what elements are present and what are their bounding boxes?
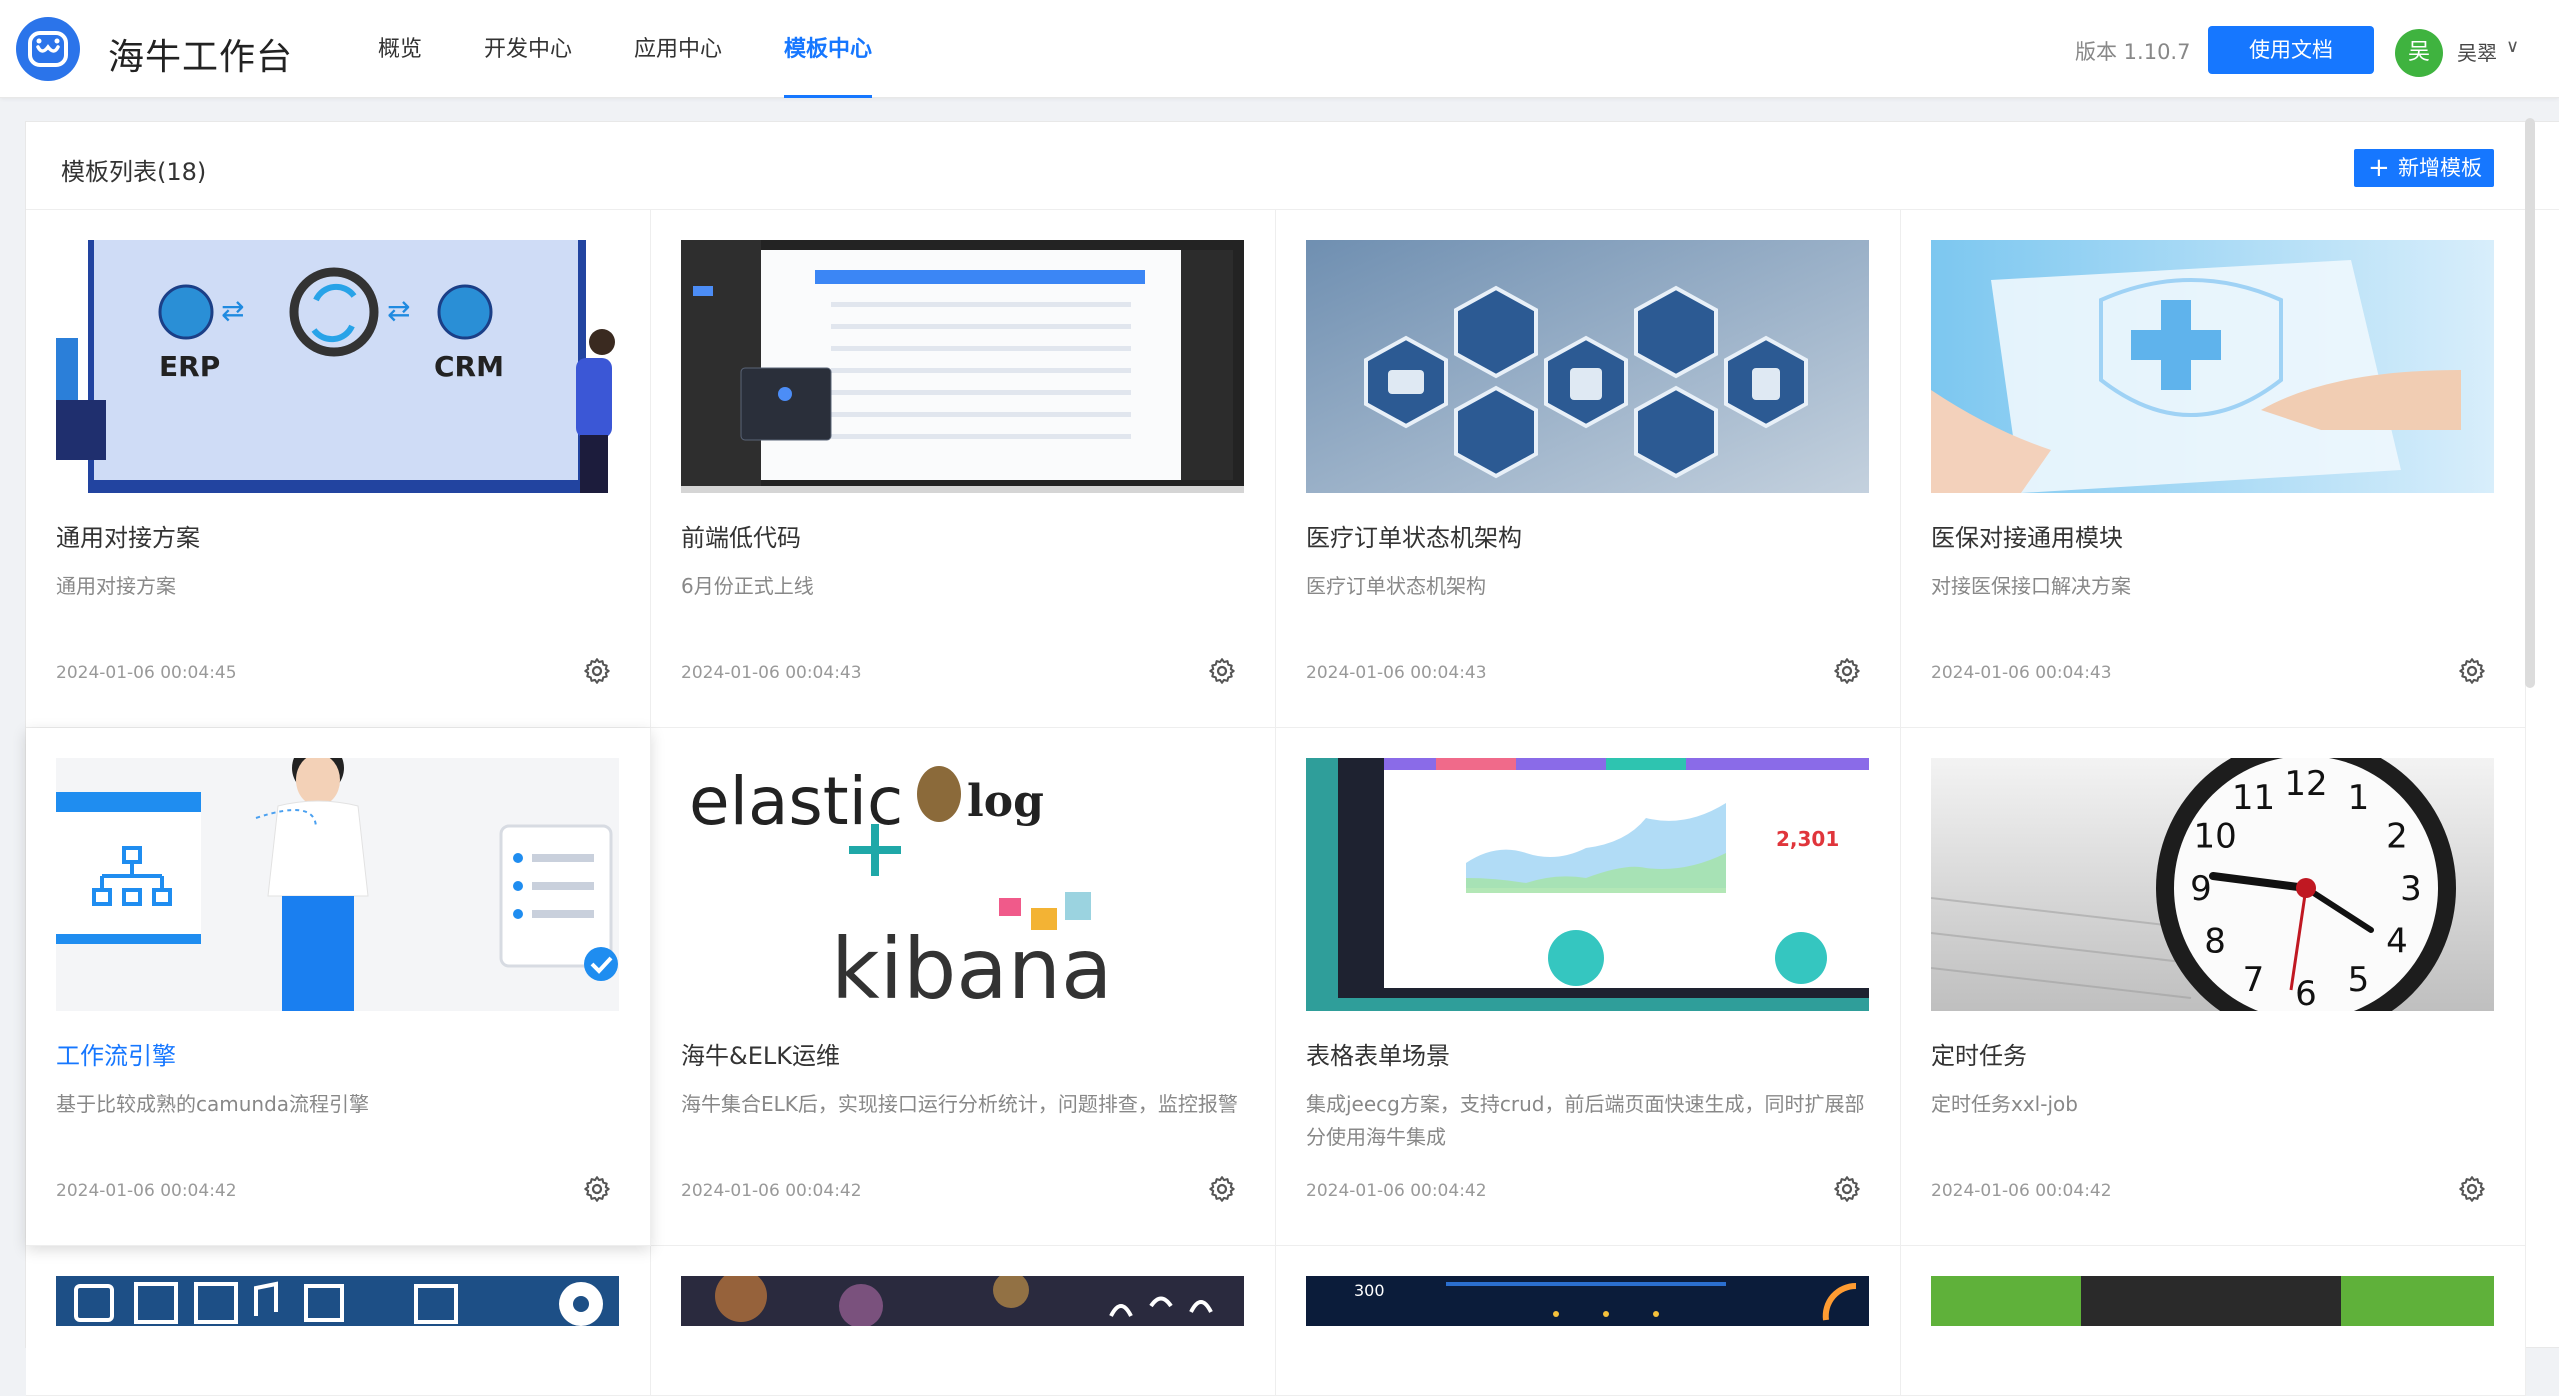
- card-title[interactable]: 表格表单场景: [1306, 1036, 1450, 1071]
- card-time: 2024-01-06 00:04:45: [56, 663, 237, 683]
- template-card[interactable]: 12 1 2 3 4 5 6 7 8 9 10 11 定时任务 定时任务xxl-job 2024-01…: [1901, 728, 2526, 1246]
- template-card[interactable]: 医保对接通用模块 对接医保接口解决方案 2024-01-06 00:04:43: [1901, 210, 2526, 728]
- app-logo-icon[interactable]: [16, 17, 80, 81]
- card-time: 2024-01-06 00:04:42: [1306, 1181, 1487, 1201]
- nav-overview[interactable]: 概览: [378, 0, 422, 98]
- app-title: 海牛工作台: [108, 37, 294, 78]
- template-card[interactable]: elastic log kibana 海牛&ELK运维 海牛集合ELK后，实现接…: [651, 728, 1276, 1246]
- template-card[interactable]: 工作流引擎 基于比较成熟的camunda流程引擎 2024-01-06 00:0…: [26, 728, 651, 1246]
- gear-icon[interactable]: [1207, 656, 1237, 686]
- card-desc: 基于比较成熟的camunda流程引擎: [56, 1092, 370, 1116]
- card-thumbnail: [1306, 240, 1869, 493]
- card-title[interactable]: 医保对接通用模块: [1931, 518, 2123, 553]
- card-thumbnail: [681, 1276, 1244, 1326]
- template-card[interactable]: 医疗订单状态机架构 医疗订单状态机架构 2024-01-06 00:04:43: [1276, 210, 1901, 728]
- nav-template-center[interactable]: 模板中心: [784, 0, 873, 98]
- gear-icon[interactable]: [582, 656, 612, 686]
- dashboard-value: 2,301: [1776, 827, 1839, 851]
- scrollbar-thumb[interactable]: [2525, 118, 2535, 688]
- card-thumbnail: [56, 758, 619, 1011]
- add-template-label: 新增模板: [2398, 156, 2482, 180]
- clock-number: 9: [2190, 869, 2212, 909]
- clock-number: 12: [2284, 764, 2327, 804]
- card-title[interactable]: 工作流引擎: [56, 1036, 176, 1071]
- crm-label: CRM: [434, 350, 504, 383]
- docs-button[interactable]: 使用文档: [2208, 26, 2374, 74]
- plus-icon: +: [2368, 153, 2390, 183]
- template-list-panel: 模板列表(18) + 新增模板 ⇄ ⇄ ERP CRM 通用对接方案 通用对接方…: [25, 121, 2559, 1396]
- card-title[interactable]: 海牛&ELK运维: [681, 1036, 840, 1071]
- clock-number: 7: [2243, 960, 2265, 1000]
- card-title[interactable]: 通用对接方案: [56, 518, 200, 553]
- card-thumbnail: [681, 240, 1244, 493]
- card-desc: 医疗订单状态机架构: [1306, 574, 1486, 598]
- avatar[interactable]: 吴: [2395, 29, 2443, 77]
- svg-text:⇄: ⇄: [221, 294, 244, 327]
- card-title[interactable]: 前端低代码: [681, 518, 801, 553]
- main-nav: 概览 开发中心 应用中心 模板中心: [378, 0, 934, 98]
- version-label: 版本 1.10.7: [2075, 40, 2191, 64]
- aqi-value: 300: [1354, 1281, 1385, 1300]
- card-thumbnail: 300: [1306, 1276, 1869, 1326]
- card-thumbnail: 12 1 2 3 4 5 6 7 8 9 10 11: [1931, 758, 2494, 1011]
- card-title[interactable]: 定时任务: [1931, 1036, 2027, 1071]
- template-card[interactable]: 2,301 表格表单场景 集成jeecg方案，支持crud，前后端页面快速生成，…: [1276, 728, 1901, 1246]
- card-thumbnail: [1931, 1276, 2494, 1326]
- gear-icon[interactable]: [582, 1174, 612, 1204]
- card-thumbnail: ⇄ ⇄ ERP CRM: [56, 240, 619, 493]
- clock-number: 8: [2204, 922, 2226, 962]
- card-desc: 6月份正式上线: [681, 574, 814, 598]
- card-title[interactable]: 医疗订单状态机架构: [1306, 518, 1522, 553]
- card-desc: 定时任务xxl-job: [1931, 1092, 2078, 1116]
- gear-icon[interactable]: [1207, 1174, 1237, 1204]
- card-thumbnail: elastic log kibana: [681, 758, 1244, 1011]
- gear-icon[interactable]: [1832, 656, 1862, 686]
- card-thumbnail: [56, 1276, 619, 1326]
- logstash-logo-text: log: [967, 776, 1044, 827]
- erp-label: ERP: [159, 350, 220, 383]
- card-thumbnail: [1931, 240, 2494, 493]
- add-template-button[interactable]: + 新增模板: [2354, 149, 2494, 187]
- clock-number: 10: [2193, 817, 2236, 857]
- clock-number: 2: [2386, 817, 2408, 857]
- template-card[interactable]: [1901, 1246, 2526, 1396]
- card-desc: 对接医保接口解决方案: [1931, 574, 2131, 598]
- svg-text:⇄: ⇄: [387, 294, 410, 327]
- nav-app-center[interactable]: 应用中心: [634, 0, 722, 98]
- card-time: 2024-01-06 00:04:42: [56, 1181, 237, 1201]
- card-desc: 海牛集合ELK后，实现接口运行分析统计，问题排查，监控报警: [681, 1092, 1238, 1116]
- clock-number: 5: [2348, 960, 2370, 1000]
- template-card[interactable]: 前端低代码 6月份正式上线 2024-01-06 00:04:43: [651, 210, 1276, 728]
- card-time: 2024-01-06 00:04:43: [1931, 663, 2112, 683]
- panel-header: 模板列表(18) + 新增模板: [26, 122, 2559, 210]
- clock-number: 1: [2348, 778, 2370, 818]
- top-header: 海牛工作台 概览 开发中心 应用中心 模板中心 版本 1.10.7 使用文档 吴…: [0, 0, 2559, 98]
- clock-number: 4: [2386, 922, 2408, 962]
- template-card[interactable]: 300: [1276, 1246, 1901, 1396]
- card-time: 2024-01-06 00:04:42: [1931, 1181, 2112, 1201]
- chevron-down-icon[interactable]: ∨: [2506, 36, 2519, 57]
- panel-title: 模板列表(18): [61, 158, 207, 186]
- kibana-logo-text: kibana: [831, 920, 1113, 1011]
- card-time: 2024-01-06 00:04:42: [681, 1181, 862, 1201]
- card-desc: 通用对接方案: [56, 574, 176, 598]
- template-card[interactable]: ⇄ ⇄ ERP CRM 通用对接方案 通用对接方案 2024-01-06 00:…: [26, 210, 651, 728]
- card-time: 2024-01-06 00:04:43: [1306, 663, 1487, 683]
- user-name[interactable]: 吴翠: [2457, 37, 2497, 66]
- gear-icon[interactable]: [2457, 1174, 2487, 1204]
- template-card[interactable]: [26, 1246, 651, 1396]
- nav-dev-center[interactable]: 开发中心: [484, 0, 572, 98]
- card-desc: 集成jeecg方案，支持crud，前后端页面快速生成，同时扩展部分使用海牛集成: [1306, 1092, 1865, 1149]
- gear-icon[interactable]: [1832, 1174, 1862, 1204]
- card-time: 2024-01-06 00:04:43: [681, 663, 862, 683]
- template-card[interactable]: [651, 1246, 1276, 1396]
- clock-number: 6: [2295, 974, 2317, 1011]
- clock-number: 3: [2400, 869, 2422, 909]
- clock-number: 11: [2232, 778, 2275, 818]
- card-thumbnail: 2,301: [1306, 758, 1869, 1011]
- gear-icon[interactable]: [2457, 656, 2487, 686]
